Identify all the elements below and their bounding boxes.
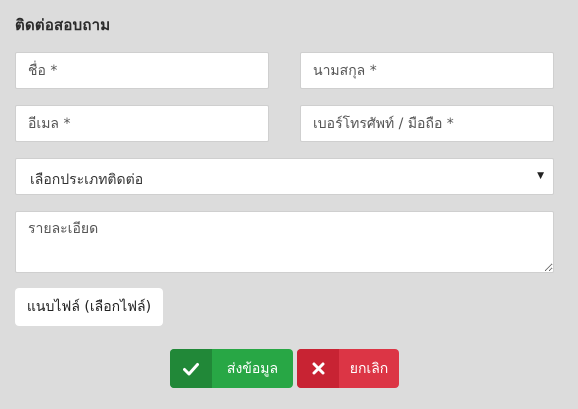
submit-label: ส่งข้อมูล xyxy=(226,360,279,377)
contact-type-selected-value: เลือกประเภทติดต่อ xyxy=(30,172,144,188)
submit-button[interactable]: ส่งข้อมูล xyxy=(170,349,293,388)
contact-type-select[interactable]: เลือกประเภทติดต่อ ▼ xyxy=(15,158,554,195)
cancel-label: ยกเลิก xyxy=(349,360,389,377)
attach-file-button[interactable]: แนบไฟล์ (เลือกไฟล์) xyxy=(15,288,163,326)
caret-down-icon: ▼ xyxy=(537,171,544,181)
close-icon xyxy=(297,349,339,388)
phone-input[interactable] xyxy=(300,105,554,142)
attach-file-label: แนบไฟล์ (เลือกไฟล์) xyxy=(26,299,152,315)
first-name-input[interactable] xyxy=(15,52,269,89)
form-title: ติดต่อสอบถาม xyxy=(15,16,111,34)
details-textarea[interactable] xyxy=(15,211,554,273)
last-name-input[interactable] xyxy=(300,52,554,89)
cancel-button[interactable]: ยกเลิก xyxy=(297,349,399,388)
email-input[interactable] xyxy=(15,105,269,142)
check-icon xyxy=(170,349,212,388)
